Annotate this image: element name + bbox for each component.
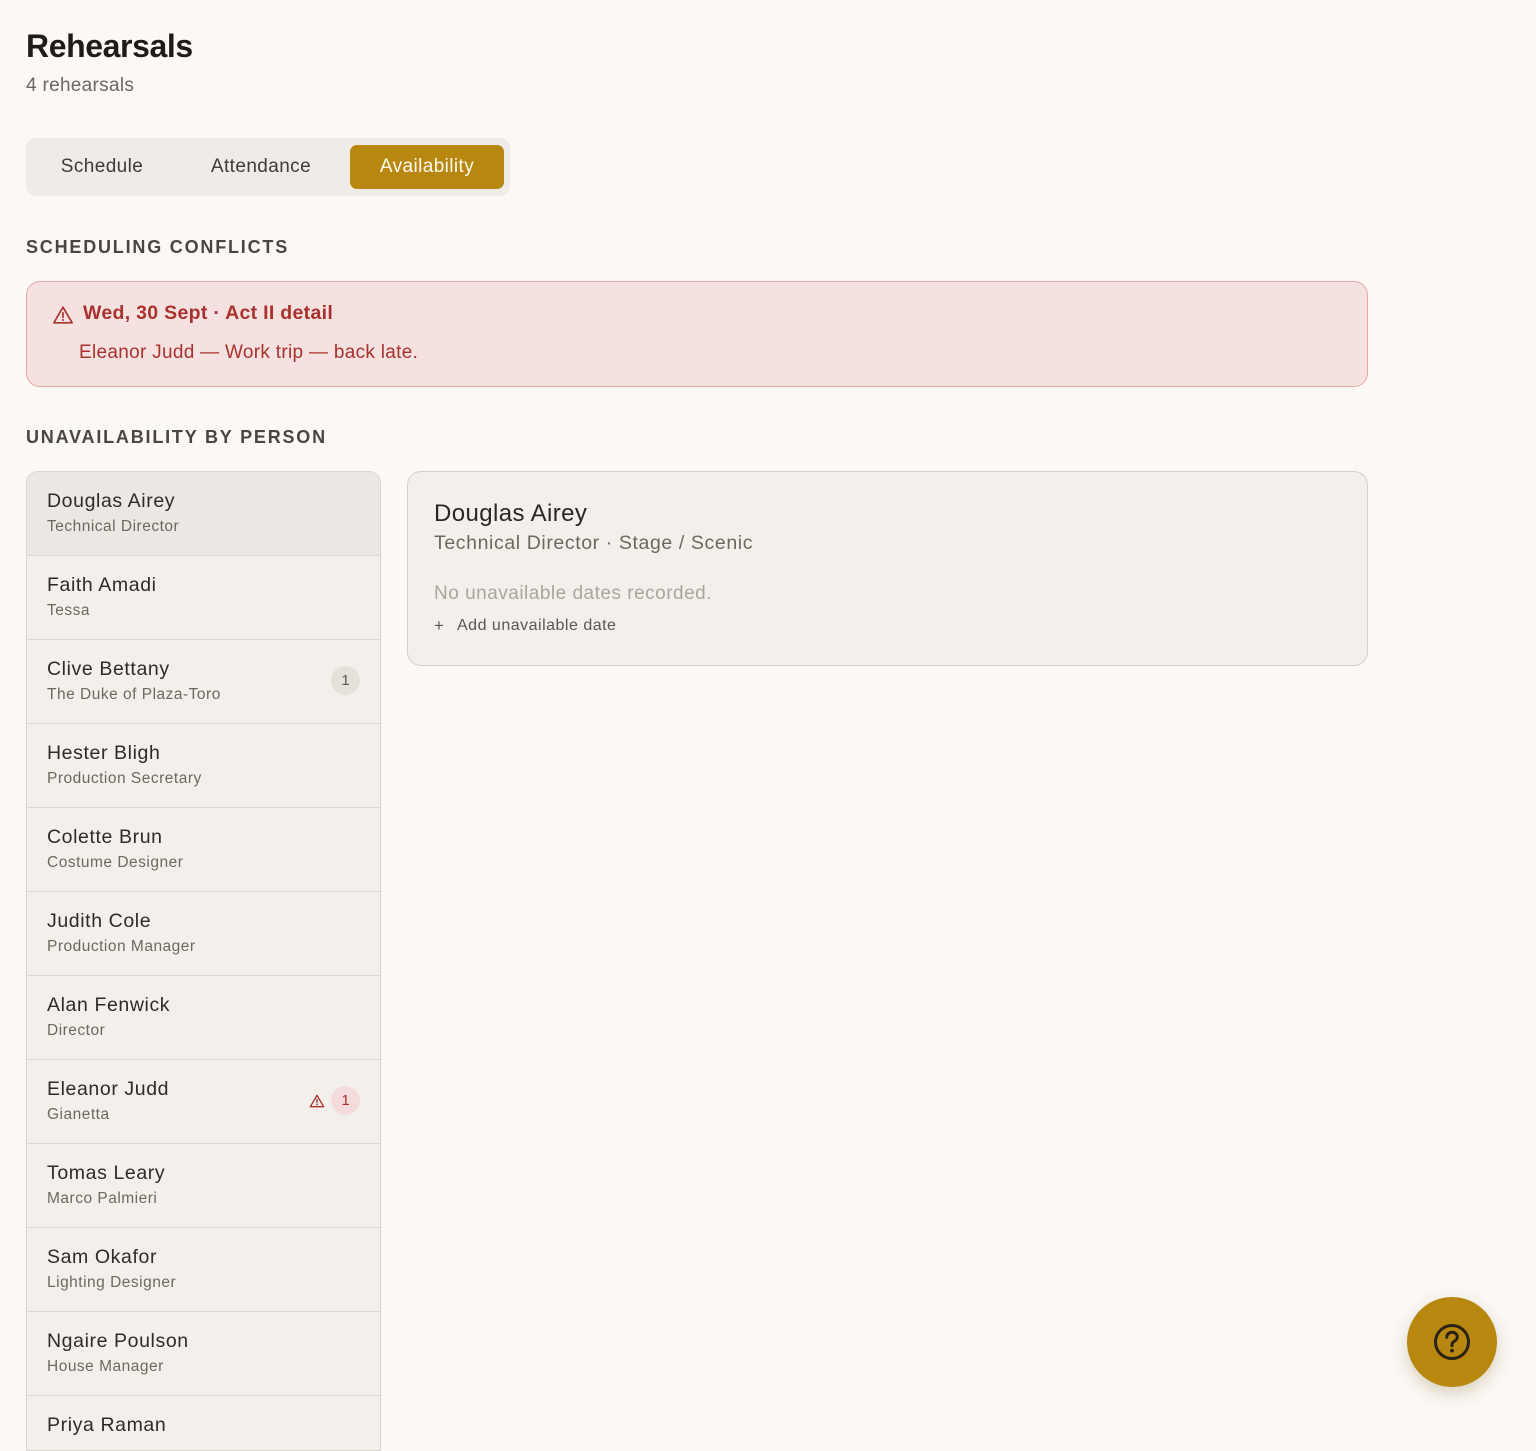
add-unavailable-date-button[interactable]: + Add unavailable date bbox=[434, 617, 616, 635]
person-name: Douglas Airey bbox=[47, 490, 176, 512]
person-name: Colette Brun bbox=[47, 826, 163, 848]
conflict-detail: Eleanor Judd — Work trip — back late. bbox=[79, 342, 419, 363]
person-row-priya-raman[interactable]: Priya Raman bbox=[27, 1396, 380, 1450]
unavailable-count-badge: 1 bbox=[331, 666, 360, 695]
conflict-warning-icon bbox=[309, 1094, 325, 1108]
person-role: Production Secretary bbox=[47, 770, 202, 787]
page-title: Rehearsals bbox=[26, 28, 193, 64]
person-row-eleanor-judd[interactable]: Eleanor Judd Gianetta 1 bbox=[27, 1060, 380, 1144]
person-name: Sam Okafor bbox=[47, 1246, 158, 1268]
person-name: Ngaire Poulson bbox=[47, 1330, 189, 1352]
person-row-tomas-leary[interactable]: Tomas Leary Marco Palmieri bbox=[27, 1144, 380, 1228]
person-row-ngaire-poulson[interactable]: Ngaire Poulson House Manager bbox=[27, 1312, 380, 1396]
person-name: Faith Amadi bbox=[47, 574, 157, 596]
detail-person-name: Douglas Airey bbox=[434, 500, 588, 527]
help-question-icon bbox=[1434, 1324, 1470, 1360]
help-button[interactable] bbox=[1407, 1297, 1497, 1387]
person-role: Costume Designer bbox=[47, 854, 184, 871]
conflict-card: Wed, 30 Sept · Act II detail Eleanor Jud… bbox=[26, 281, 1368, 387]
person-name: Hester Bligh bbox=[47, 742, 161, 764]
conflict-title: Wed, 30 Sept · Act II detail bbox=[83, 302, 334, 324]
person-name: Tomas Leary bbox=[47, 1162, 166, 1184]
person-name: Alan Fenwick bbox=[47, 994, 171, 1016]
tab-attendance[interactable]: Attendance bbox=[184, 145, 338, 189]
unavailability-heading: UNAVAILABILITY BY PERSON bbox=[26, 427, 327, 447]
person-role: Marco Palmieri bbox=[47, 1190, 158, 1207]
add-unavailable-date-label: Add unavailable date bbox=[457, 617, 617, 634]
person-row-clive-bettany[interactable]: Clive Bettany The Duke of Plaza-Toro 1 bbox=[27, 640, 380, 724]
view-tabs: Schedule Attendance Availability bbox=[26, 138, 510, 196]
warning-icon bbox=[53, 306, 73, 324]
person-row-judith-cole[interactable]: Judith Cole Production Manager bbox=[27, 892, 380, 976]
person-role: Director bbox=[47, 1022, 106, 1039]
scheduling-conflicts-heading: SCHEDULING CONFLICTS bbox=[26, 237, 289, 257]
tab-schedule[interactable]: Schedule bbox=[32, 145, 172, 189]
person-role: Tessa bbox=[47, 602, 90, 619]
person-row-alan-fenwick[interactable]: Alan Fenwick Director bbox=[27, 976, 380, 1060]
person-role: The Duke of Plaza-Toro bbox=[47, 686, 221, 703]
person-role: House Manager bbox=[47, 1358, 164, 1375]
person-name: Judith Cole bbox=[47, 910, 152, 932]
no-dates-message: No unavailable dates recorded. bbox=[434, 583, 713, 604]
person-role: Lighting Designer bbox=[47, 1274, 177, 1291]
person-row-sam-okafor[interactable]: Sam Okafor Lighting Designer bbox=[27, 1228, 380, 1312]
person-row-colette-brun[interactable]: Colette Brun Costume Designer bbox=[27, 808, 380, 892]
unavailable-count-badge: 1 bbox=[331, 1086, 360, 1115]
person-name: Clive Bettany bbox=[47, 658, 170, 680]
person-name: Eleanor Judd bbox=[47, 1078, 170, 1100]
person-detail-card: Douglas Airey Technical Director · Stage… bbox=[407, 471, 1368, 666]
detail-person-meta: Technical Director · Stage / Scenic bbox=[434, 532, 754, 554]
person-row-faith-amadi[interactable]: Faith Amadi Tessa bbox=[27, 556, 380, 640]
person-row-hester-bligh[interactable]: Hester Bligh Production Secretary bbox=[27, 724, 380, 808]
plus-icon: + bbox=[434, 616, 445, 635]
page-subtitle: 4 rehearsals bbox=[26, 75, 135, 96]
person-role: Gianetta bbox=[47, 1106, 110, 1123]
tab-availability[interactable]: Availability bbox=[350, 145, 504, 189]
person-role: Production Manager bbox=[47, 938, 196, 955]
person-role: Technical Director bbox=[47, 518, 180, 535]
person-row-douglas-airey[interactable]: Douglas Airey Technical Director bbox=[27, 472, 380, 556]
people-list: Douglas Airey Technical Director Faith A… bbox=[26, 471, 381, 1451]
